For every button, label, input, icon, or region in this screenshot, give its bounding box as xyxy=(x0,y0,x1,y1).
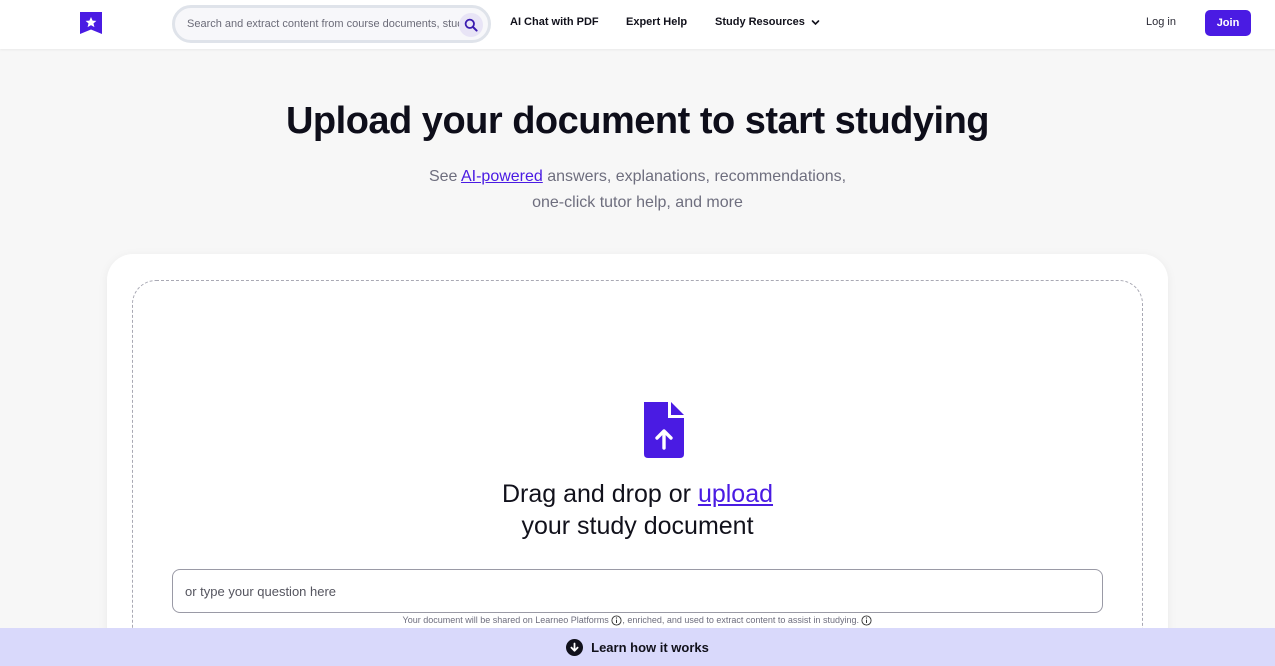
drag-line2: your study document xyxy=(521,512,754,540)
upload-card: Drag and drop or upload your study docum… xyxy=(107,254,1168,666)
nav-ai-chat-link[interactable]: AI Chat with PDF xyxy=(510,16,599,28)
question-field xyxy=(172,569,1103,613)
document-upload-icon xyxy=(640,400,688,460)
disclaimer-part2: , enriched, and used to extract content … xyxy=(622,615,859,625)
subtitle-line2: one-click tutor help, and more xyxy=(532,194,743,211)
page-subtitle: See AI-powered answers, explanations, re… xyxy=(0,164,1275,216)
upload-link[interactable]: upload xyxy=(698,480,773,508)
search-input[interactable] xyxy=(187,16,459,32)
question-input[interactable] xyxy=(185,582,1085,600)
nav-study-resources-dropdown[interactable]: Study Resources xyxy=(715,16,820,28)
login-link[interactable]: Log in xyxy=(1146,16,1176,28)
info-icon[interactable] xyxy=(861,615,873,626)
arrow-down-circle-icon xyxy=(566,638,584,656)
sharing-disclaimer: Your document will be shared on Learneo … xyxy=(133,615,1142,626)
chevron-down-icon xyxy=(811,19,820,25)
join-button[interactable]: Join xyxy=(1205,10,1251,36)
nav-study-resources-label: Study Resources xyxy=(715,16,805,28)
learn-how-banner[interactable]: Learn how it works xyxy=(0,628,1275,666)
ai-powered-link[interactable]: AI-powered xyxy=(461,168,543,185)
dropzone-instructions: Drag and drop or upload your study docum… xyxy=(133,478,1142,542)
search-icon xyxy=(464,18,478,32)
search-button[interactable] xyxy=(459,13,483,37)
page-title: Upload your document to start studying xyxy=(285,100,990,142)
subtitle-prefix: See xyxy=(428,168,461,185)
upload-dropzone[interactable]: Drag and drop or upload your study docum… xyxy=(132,280,1143,666)
logo-icon[interactable] xyxy=(79,11,103,35)
search-box xyxy=(172,5,491,43)
drag-prefix: Drag and drop or xyxy=(501,480,698,508)
top-navigation: AI Chat with PDF Expert Help Study Resou… xyxy=(0,0,1275,49)
info-icon[interactable] xyxy=(611,615,622,626)
learn-how-label: Learn how it works xyxy=(591,639,709,655)
disclaimer-part1: Your document will be shared on Learneo … xyxy=(402,615,609,625)
nav-expert-help-link[interactable]: Expert Help xyxy=(626,16,687,28)
subtitle-line1-rest: answers, explanations, recommendations, xyxy=(542,168,847,185)
